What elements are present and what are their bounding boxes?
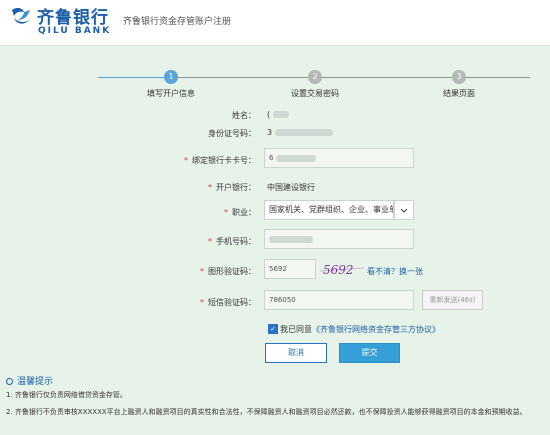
logo-text-cn: 齐鲁银行: [37, 8, 109, 28]
required-mark: *: [184, 156, 188, 165]
job-select-toggle[interactable]: [394, 200, 414, 220]
tips-title-text: 温馨提示: [17, 377, 54, 387]
cancel-button[interactable]: 取消: [265, 343, 327, 363]
agreement-link[interactable]: 《齐鲁银行网络资金存管三方协议》: [312, 324, 440, 335]
circle-icon: [6, 378, 13, 385]
masked-text: [272, 111, 289, 118]
id-number-text: 3: [267, 128, 273, 137]
bank-card-label: * 绑定银行卡卡号：: [136, 155, 256, 166]
phone-label: * 手机号码：: [136, 236, 256, 247]
phone-input[interactable]: [264, 229, 414, 249]
step-track-done: [98, 77, 170, 78]
step-1-circle: 1: [164, 70, 178, 84]
step-1-label: 填写开户信息: [147, 89, 195, 98]
step-3-label: 结果页面: [443, 89, 475, 98]
sms-code-label-text: 短信验证码：: [208, 298, 256, 307]
captcha-text: 5692: [323, 263, 354, 276]
resend-sms-button[interactable]: 重新发送(46s): [422, 290, 483, 310]
image-code-input[interactable]: 5692: [264, 259, 316, 279]
id-number-label: 身份证号码：: [208, 129, 256, 138]
bank-label: * 开户银行：: [136, 182, 256, 193]
refresh-captcha-link[interactable]: 看不清？换一张: [367, 266, 423, 277]
tip-item: 1. 齐鲁银行仅负责网络借贷资金存管。: [6, 391, 127, 399]
id-number-value: 3: [267, 128, 333, 137]
captcha-image[interactable]: 5692: [320, 262, 364, 276]
sms-code-input[interactable]: 786050: [264, 290, 414, 310]
logo-text-en: QILU BANK: [38, 26, 112, 36]
step-3-circle: 3: [452, 70, 466, 84]
required-mark: *: [224, 208, 228, 217]
page-subtitle: 齐鲁银行资金存管账户注册: [123, 17, 232, 27]
tips-title: 温馨提示: [6, 374, 53, 387]
bank-card-input[interactable]: 6: [264, 148, 414, 168]
name-value-text: (: [267, 110, 271, 119]
required-mark: *: [200, 267, 204, 276]
image-code-label: * 图形验证码：: [136, 266, 256, 277]
name-label: 姓名：: [232, 111, 256, 120]
chevron-down-icon: [400, 208, 408, 213]
page-header: 齐鲁银行 QILU BANK 齐鲁银行资金存管账户注册: [0, 0, 550, 46]
image-code-label-text: 图形验证码：: [208, 267, 256, 276]
tip-item: 2. 齐鲁银行不负责审核XXXXXX平台上融资人和融资项目的真实性和合法性，不保…: [6, 408, 527, 416]
job-label: * 职业：: [136, 207, 256, 218]
name-value: (: [267, 110, 289, 119]
masked-text: [269, 235, 313, 243]
agree-checkbox[interactable]: ✓: [268, 324, 278, 334]
masked-text: [274, 129, 333, 136]
bank-label-text: 开户银行：: [216, 183, 256, 192]
step-2-label: 设置交易密码: [291, 89, 339, 98]
bank-value: 中国建设银行: [267, 183, 315, 192]
agree-text: 我已同意: [280, 325, 312, 334]
sms-code-label: * 短信验证码：: [136, 297, 256, 308]
job-select[interactable]: 国家机关、党群组织、企业、事业单位负: [264, 200, 394, 220]
phone-label-text: 手机号码：: [216, 237, 256, 246]
required-mark: *: [208, 237, 212, 246]
submit-button[interactable]: 提交: [339, 343, 400, 363]
bank-card-label-text: 绑定银行卡卡号：: [192, 156, 256, 165]
step-2-circle: 2: [308, 70, 322, 84]
masked-text: [275, 154, 316, 162]
required-mark: *: [208, 183, 212, 192]
job-label-text: 职业：: [232, 208, 256, 217]
bank-card-value: 6: [269, 154, 274, 162]
required-mark: *: [200, 298, 204, 307]
bank-logo-icon: [12, 7, 30, 24]
